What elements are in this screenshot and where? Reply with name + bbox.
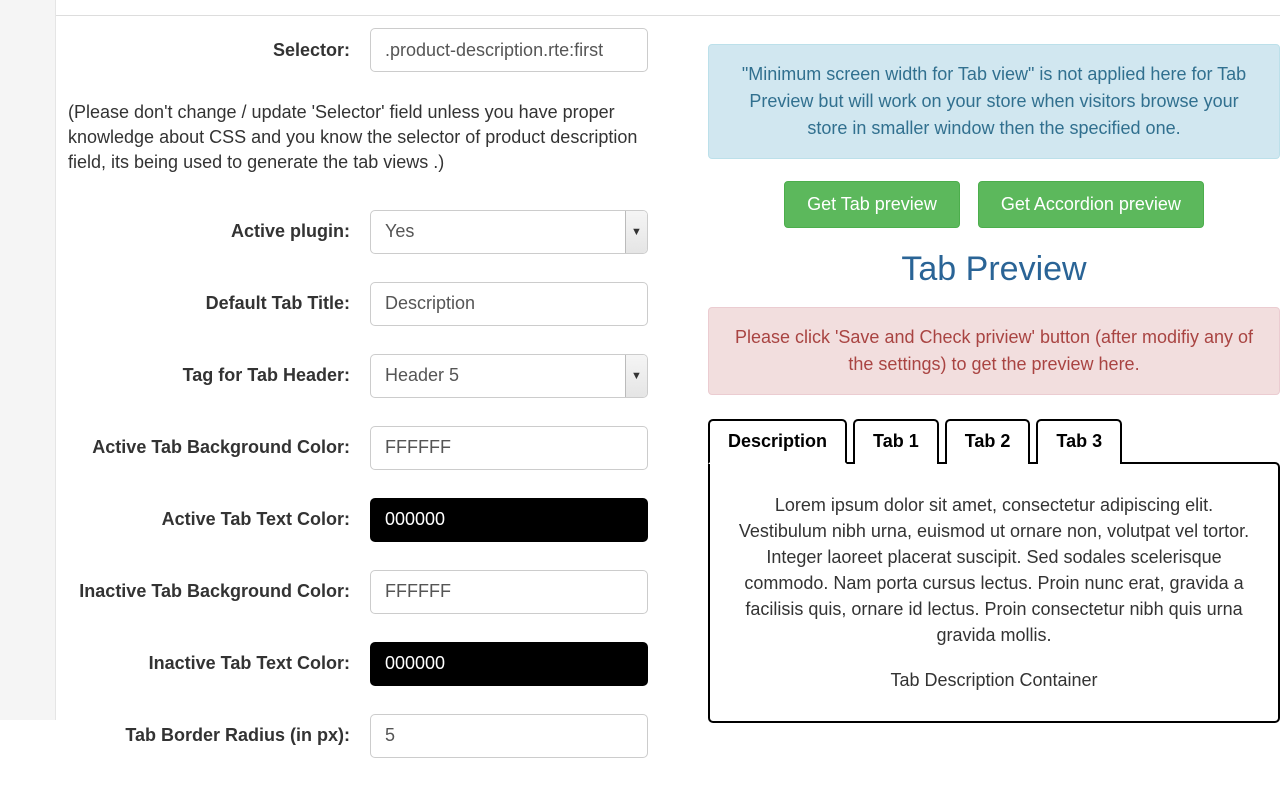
tag-tab-header-select[interactable]: Header 5 ▼ <box>370 354 648 398</box>
border-radius-label: Tab Border Radius (in px): <box>68 725 370 746</box>
tab-1[interactable]: Tab 1 <box>853 419 939 464</box>
get-accordion-preview-button[interactable]: Get Accordion preview <box>978 181 1204 228</box>
preview-panel: "Minimum screen width for Tab view" is n… <box>680 28 1280 786</box>
tab-content-label: Tab Description Container <box>730 667 1258 693</box>
chevron-down-icon: ▼ <box>625 211 647 253</box>
tab-2[interactable]: Tab 2 <box>945 419 1031 464</box>
inactive-bg-input[interactable] <box>370 570 648 614</box>
settings-form: Selector: (Please don't change / update … <box>68 28 680 786</box>
tab-content: Lorem ipsum dolor sit amet, consectetur … <box>708 462 1280 723</box>
active-plugin-label: Active plugin: <box>68 221 370 242</box>
top-tabs-edge <box>56 12 1280 16</box>
tag-tab-header-label: Tag for Tab Header: <box>68 365 370 386</box>
border-radius-input[interactable] <box>370 714 648 758</box>
tab-content-text: Lorem ipsum dolor sit amet, consectetur … <box>730 492 1258 649</box>
inactive-text-label: Inactive Tab Text Color: <box>68 653 370 674</box>
inactive-text-input[interactable] <box>370 642 648 686</box>
get-tab-preview-button[interactable]: Get Tab preview <box>784 181 960 228</box>
info-alert: "Minimum screen width for Tab view" is n… <box>708 44 1280 159</box>
active-plugin-select[interactable]: Yes ▼ <box>370 210 648 254</box>
main-panel: Selector: (Please don't change / update … <box>56 0 1280 720</box>
warning-alert: Please click 'Save and Check priview' bu… <box>708 307 1280 395</box>
tab-preview: Description Tab 1 Tab 2 Tab 3 Lorem ipsu… <box>708 417 1280 723</box>
default-tab-title-input[interactable] <box>370 282 648 326</box>
chevron-down-icon: ▼ <box>625 355 647 397</box>
default-tab-title-label: Default Tab Title: <box>68 293 370 314</box>
selector-input[interactable] <box>370 28 648 72</box>
left-sidebar-stripe <box>0 0 56 720</box>
active-bg-label: Active Tab Background Color: <box>68 437 370 458</box>
active-text-input[interactable] <box>370 498 648 542</box>
active-bg-input[interactable] <box>370 426 648 470</box>
tab-3[interactable]: Tab 3 <box>1036 419 1122 464</box>
selector-help-text: (Please don't change / update 'Selector'… <box>68 100 680 176</box>
active-plugin-value: Yes <box>371 211 625 253</box>
inactive-bg-label: Inactive Tab Background Color: <box>68 581 370 602</box>
tab-list: Description Tab 1 Tab 2 Tab 3 <box>708 417 1280 462</box>
tab-preview-heading: Tab Preview <box>708 250 1280 289</box>
active-text-label: Active Tab Text Color: <box>68 509 370 530</box>
tag-tab-header-value: Header 5 <box>371 355 625 397</box>
selector-label: Selector: <box>68 40 370 61</box>
tab-description[interactable]: Description <box>708 419 847 464</box>
